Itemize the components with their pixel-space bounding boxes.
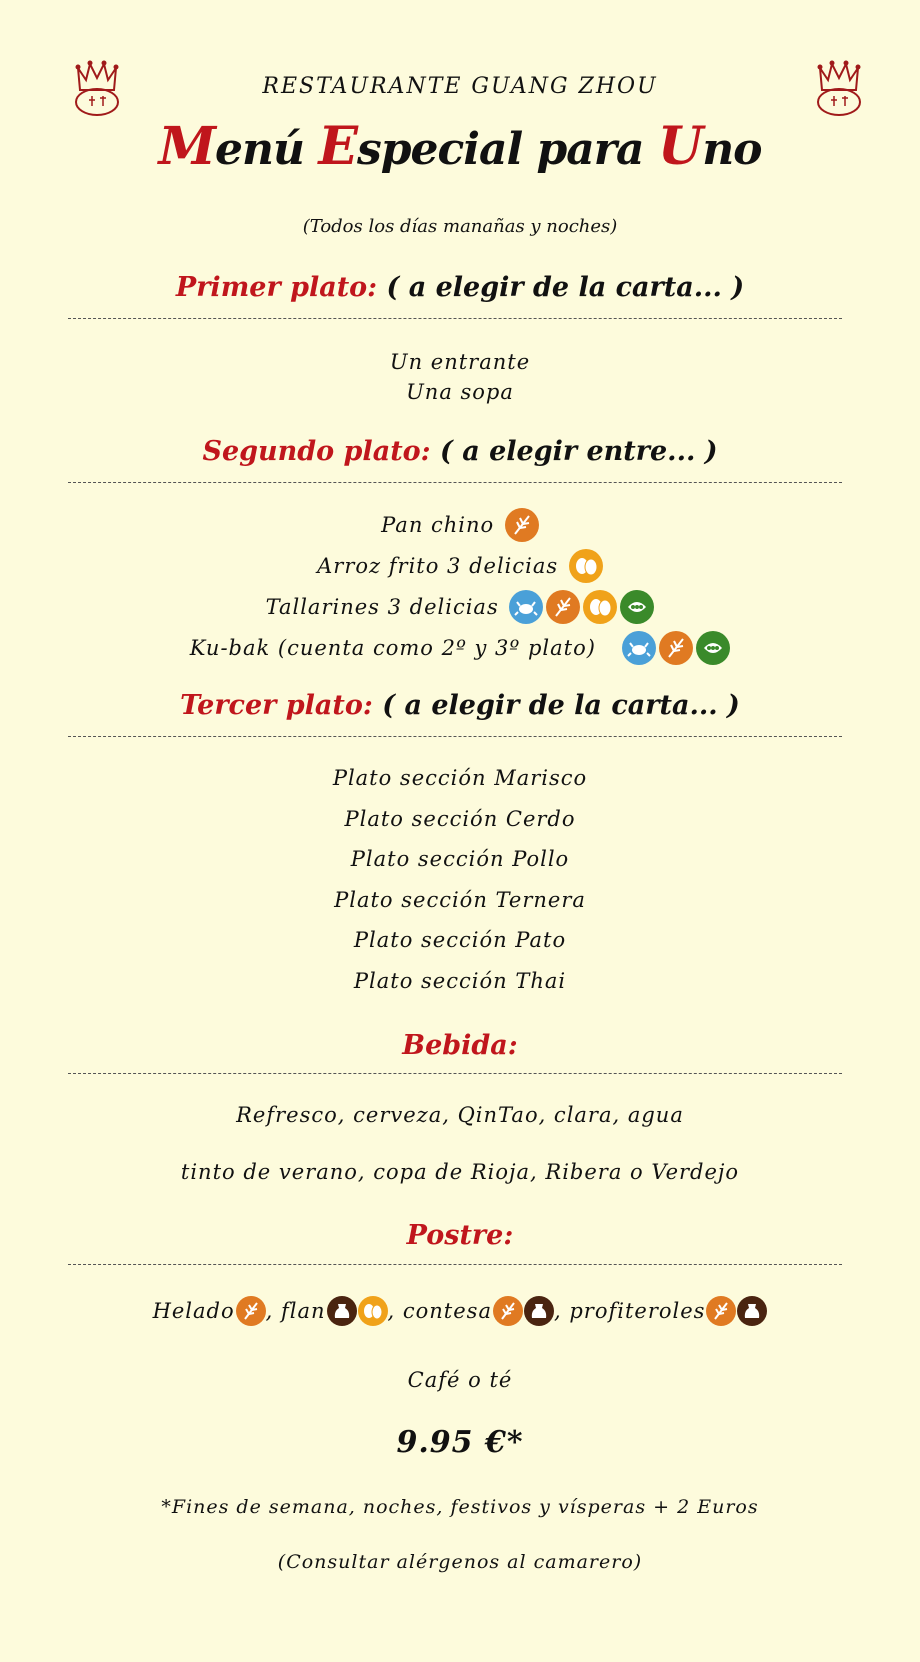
milk-icon bbox=[523, 1296, 554, 1326]
divider bbox=[68, 318, 842, 319]
list-item: Plato sección Pollo bbox=[350, 847, 570, 871]
milk-icon bbox=[326, 1296, 357, 1326]
allergen-note: (Consultar alérgenos al camarero) bbox=[277, 1551, 643, 1573]
page-title: Menú Especial para Uno bbox=[158, 116, 762, 177]
gluten-icon bbox=[546, 590, 581, 624]
list-item: Café o té bbox=[407, 1368, 513, 1392]
list-item: Tallarines 3 delicias bbox=[0, 590, 920, 624]
list-item: Refresco, cerveza, QinTao, clara, agua bbox=[236, 1103, 684, 1127]
gluten-icon bbox=[706, 1296, 737, 1326]
schedule-note: (Todos los días manañas y noches) bbox=[302, 216, 618, 237]
list-item: Ku-bak (cuenta como 2º y 3º plato) bbox=[0, 631, 920, 665]
list-item: Plato sección Marisco bbox=[332, 766, 588, 790]
soy-icon bbox=[696, 631, 731, 665]
list-item: Arroz frito 3 delicias bbox=[0, 549, 920, 583]
list-item-postre: Helado, flan, contesa, profiteroles bbox=[0, 1296, 920, 1326]
divider bbox=[68, 1264, 842, 1265]
divider bbox=[68, 736, 842, 737]
section-tercer-plato: Tercer plato: ( a elegir de la carta... … bbox=[180, 690, 740, 721]
restaurant-name: RESTAURANTE GUANG ZHOU bbox=[262, 74, 658, 99]
list-item: Pan chino bbox=[0, 508, 920, 542]
gluten-icon bbox=[659, 631, 694, 665]
section-bebida: Bebida: bbox=[402, 1030, 518, 1061]
gluten-icon bbox=[235, 1296, 266, 1326]
egg-icon bbox=[583, 590, 618, 624]
list-item: Plato sección Ternera bbox=[334, 888, 586, 912]
footnote: *Fines de semana, noches, festivos y vís… bbox=[161, 1496, 759, 1518]
list-item: Plato sección Pato bbox=[353, 928, 567, 952]
list-item: Una sopa bbox=[406, 380, 514, 404]
divider bbox=[68, 482, 842, 483]
crustacean-icon bbox=[509, 590, 544, 624]
section-postre: Postre: bbox=[406, 1220, 514, 1251]
price: 9.95 €* bbox=[396, 1425, 524, 1460]
crustacean-icon bbox=[622, 631, 657, 665]
list-item: tinto de verano, copa de Rioja, Ribera o… bbox=[180, 1160, 740, 1184]
section-primer-plato: Primer plato: ( a elegir de la carta... … bbox=[175, 272, 745, 303]
list-item: Plato sección Cerdo bbox=[344, 807, 576, 831]
section-segundo-plato: Segundo plato: ( a elegir entre... ) bbox=[202, 436, 718, 467]
soy-icon bbox=[620, 590, 655, 624]
gluten-icon bbox=[504, 508, 539, 542]
list-item: Un entrante bbox=[389, 350, 531, 374]
egg-icon bbox=[357, 1296, 388, 1326]
egg-icon bbox=[568, 549, 603, 583]
gluten-icon bbox=[492, 1296, 523, 1326]
milk-icon bbox=[737, 1296, 768, 1326]
list-item: Plato sección Thai bbox=[353, 969, 567, 993]
divider bbox=[68, 1073, 842, 1074]
